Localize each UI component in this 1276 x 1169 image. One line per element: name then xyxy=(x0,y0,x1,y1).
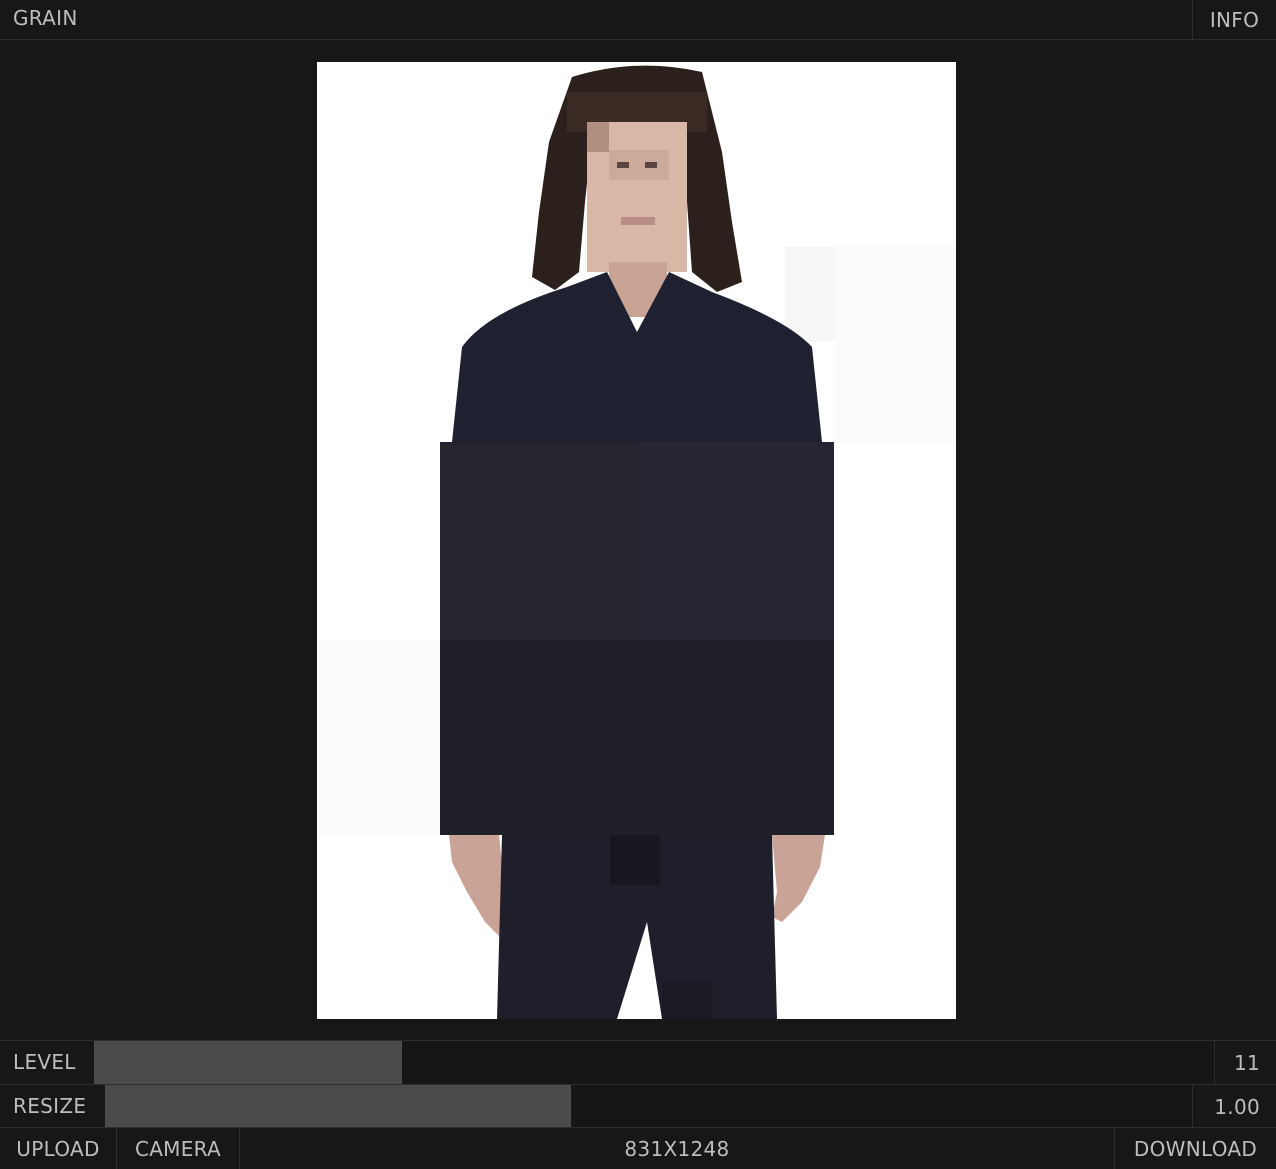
download-button[interactable]: DOWNLOAD xyxy=(1114,1128,1276,1169)
image-stage xyxy=(0,41,1276,1040)
level-slider[interactable] xyxy=(94,1041,1214,1084)
level-value: 11 xyxy=(1214,1041,1276,1084)
resize-value: 1.00 xyxy=(1192,1085,1276,1128)
pixelated-photo xyxy=(317,62,956,1019)
camera-button[interactable]: CAMERA xyxy=(117,1128,240,1169)
level-label: LEVEL xyxy=(13,1050,76,1074)
image-dimensions: 831X1248 xyxy=(624,1136,730,1161)
app-title: GRAIN xyxy=(13,6,78,30)
top-bar: GRAIN INFO xyxy=(0,0,1276,40)
info-button[interactable]: INFO xyxy=(1192,0,1276,40)
pixelated-portrait-image xyxy=(317,62,956,1019)
resize-slider[interactable] xyxy=(105,1085,1192,1128)
level-control: LEVEL 11 xyxy=(0,1040,1276,1084)
upload-button[interactable]: UPLOAD xyxy=(0,1128,117,1169)
resize-slider-fill xyxy=(105,1085,572,1128)
level-slider-fill xyxy=(94,1041,402,1084)
resize-control: RESIZE 1.00 xyxy=(0,1084,1276,1128)
bottom-bar: UPLOAD CAMERA 831X1248 DOWNLOAD xyxy=(0,1127,1276,1169)
resize-label: RESIZE xyxy=(13,1094,87,1118)
